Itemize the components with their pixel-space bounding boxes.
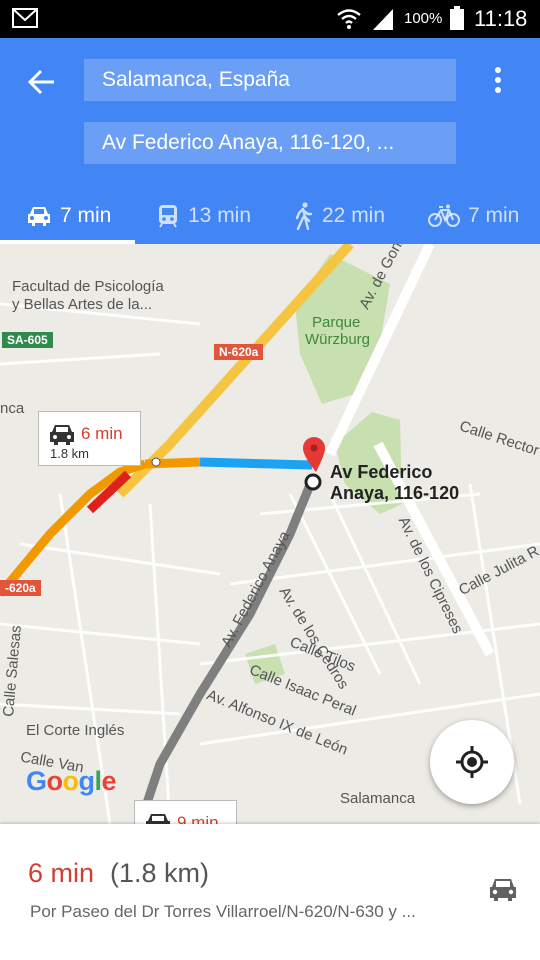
alt-callout-time: 9 min: [177, 813, 219, 824]
travel-mode-tabs: 7 min 13 min 22 min 7 min: [0, 188, 540, 244]
clock: 11:18: [474, 6, 528, 31]
label-corte-ingles: El Corte Inglés: [26, 722, 125, 739]
tab-drive[interactable]: 7 min: [26, 188, 111, 244]
route-summary-sheet[interactable]: 6 min (1.8 km) Por Paseo del Dr Torres V…: [0, 824, 540, 960]
directions-header: Salamanca, España Av Federico Anaya, 116…: [0, 38, 540, 244]
car-icon: [50, 425, 74, 445]
label-parque: Parque: [312, 314, 361, 331]
label-salamanca: Salamanca: [340, 790, 416, 807]
google-logo: Google: [26, 766, 117, 796]
train-icon: [159, 205, 177, 228]
destination-label: Av Federico Anaya, 116-120: [330, 462, 459, 504]
label-wurzburg: Würzburg: [305, 331, 371, 348]
tab-transit-label: 13 min: [188, 204, 252, 227]
crosshair-icon: [456, 746, 488, 778]
map-view[interactable]: Facultad de Psicología y Bellas Artes de…: [0, 244, 540, 824]
battery-icon: [450, 6, 464, 30]
callout-distance: 1.8 km: [50, 446, 90, 461]
car-icon: [28, 207, 50, 226]
alt-route-callout[interactable]: 9 min: [134, 800, 237, 824]
route-eta: 6 min: [28, 858, 95, 888]
mail-icon: [12, 8, 38, 28]
tab-drive-label: 7 min: [60, 204, 112, 227]
tab-walk-label: 22 min: [322, 204, 386, 227]
tab-walk[interactable]: 22 min: [292, 188, 385, 244]
route-via: Por Paseo del Dr Torres Villarroel/N-620…: [30, 902, 416, 921]
my-location-button[interactable]: [430, 720, 514, 804]
car-icon: [490, 879, 516, 901]
tab-bike-label: 7 min: [468, 204, 520, 227]
shield-n620a-left: -620a: [0, 580, 41, 596]
tab-transit[interactable]: 13 min: [156, 188, 251, 244]
label-facultad-2: y Bellas Artes de la...: [12, 296, 153, 313]
callout-time: 6 min: [81, 424, 123, 443]
destination-label-line2: Anaya, 116-120: [330, 483, 460, 503]
status-bar: 100% 11:18: [0, 0, 540, 38]
route-callout[interactable]: 6 min 1.8 km: [38, 411, 141, 466]
destination-label-line1: Av Federico: [330, 462, 433, 482]
shield-n620a: N-620a: [214, 344, 264, 360]
signal-icon: [373, 9, 393, 30]
origin-input[interactable]: Salamanca, España: [84, 59, 456, 101]
route-distance: (1.8 km): [110, 858, 210, 888]
car-icon: [146, 814, 170, 824]
shield-sa605: SA-605: [2, 332, 53, 348]
battery-percent: 100%: [404, 10, 443, 27]
label-facultad: Facultad de Psicología: [12, 278, 164, 295]
walk-icon: [295, 202, 313, 230]
destination-input[interactable]: Av Federico Anaya, 116-120, ...: [84, 122, 456, 164]
bike-icon: [428, 204, 460, 227]
more-options-icon[interactable]: [486, 64, 510, 100]
wifi-icon: [337, 9, 361, 29]
back-arrow-icon[interactable]: [22, 62, 62, 102]
label-nca: nca: [0, 400, 25, 417]
tab-bike[interactable]: 7 min: [428, 188, 519, 244]
